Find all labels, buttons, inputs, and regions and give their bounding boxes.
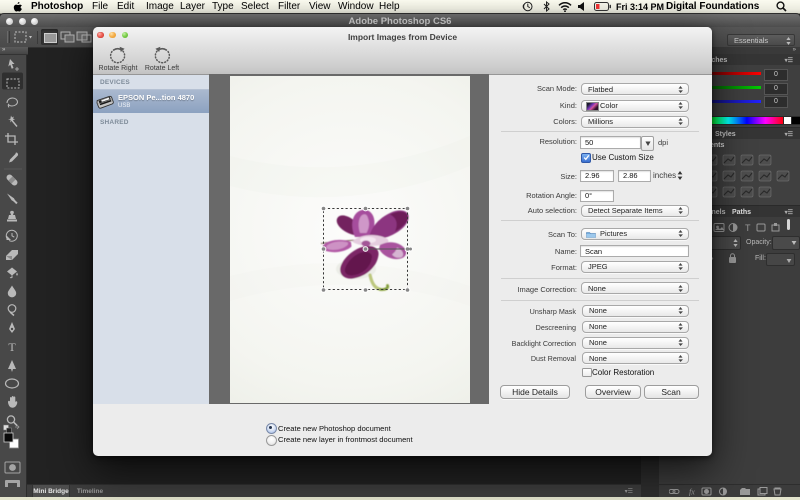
svg-text:T: T: [8, 340, 16, 354]
svg-text:T: T: [745, 223, 751, 233]
svg-text:fx: fx: [689, 488, 695, 497]
